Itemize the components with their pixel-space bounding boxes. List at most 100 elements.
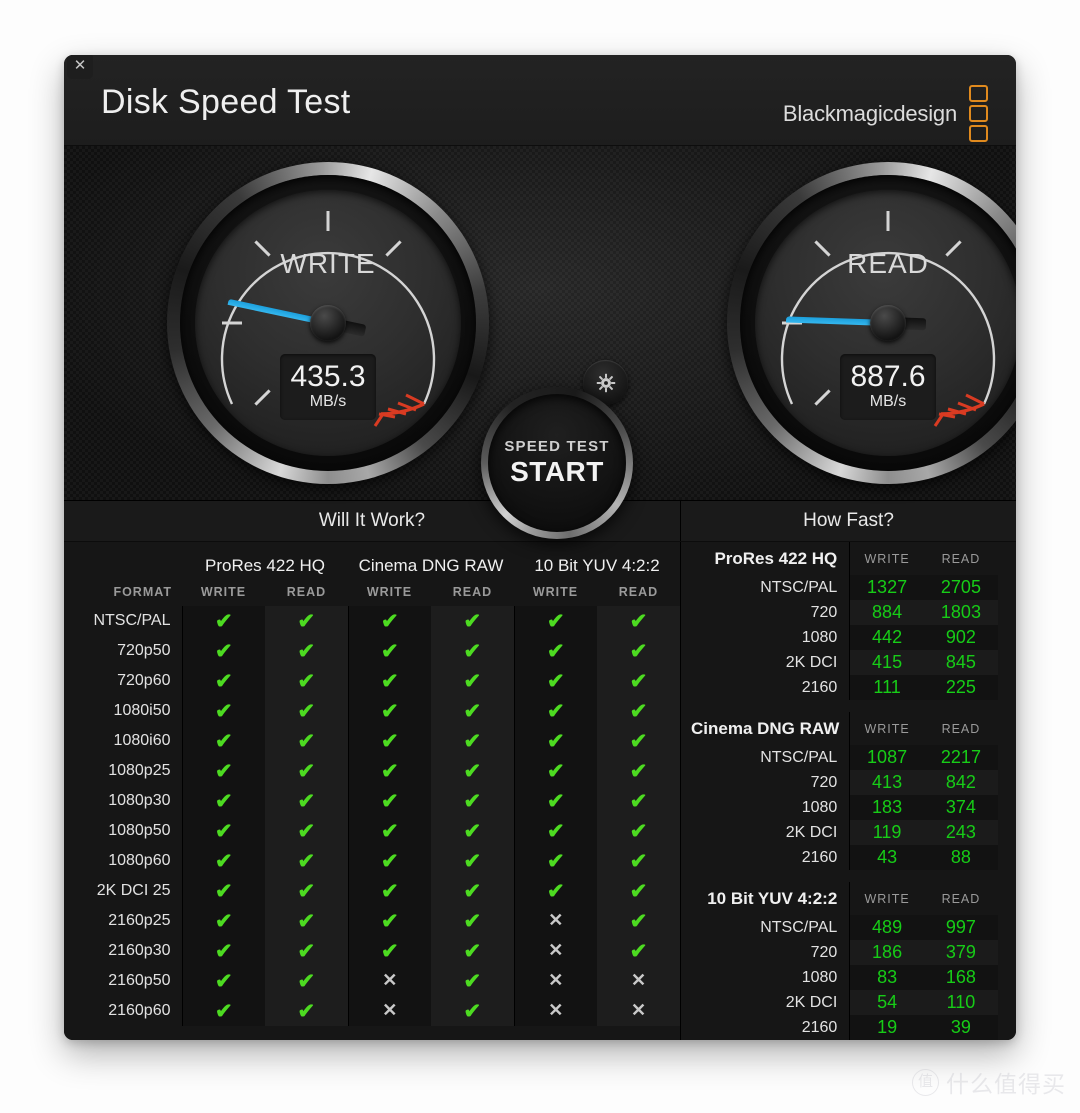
check-icon: ✔ — [214, 759, 233, 783]
check-icon: ✔ — [297, 639, 316, 663]
check-icon: ✔ — [214, 639, 233, 663]
status-check-cell: ✔ — [513, 816, 597, 846]
write-speed-value: 442 — [849, 625, 924, 650]
check-icon: ✔ — [463, 669, 482, 693]
will-it-work-panel: ProRes 422 HQ Cinema DNG RAW 10 Bit YUV … — [64, 542, 681, 1040]
status-check-cell: ✔ — [265, 966, 348, 996]
resolution-label: 2K DCI — [785, 993, 838, 1011]
resolution-label: 2160 — [801, 678, 838, 696]
subheader-write: WRITE — [849, 712, 924, 745]
check-icon: ✔ — [629, 729, 648, 753]
speed-test-start-button[interactable]: SPEED TEST START — [481, 387, 633, 539]
how-fast-group-header: ProRes 422 HQ WRITE READ — [691, 542, 998, 575]
check-icon: ✔ — [214, 789, 233, 813]
group-name: ProRes 422 HQ — [714, 548, 838, 568]
status-check-cell: ✔ — [347, 756, 431, 786]
write-speed-value: 83 — [849, 965, 924, 990]
check-icon: ✔ — [214, 819, 233, 843]
status-check-cell: ✔ — [431, 936, 514, 966]
status-check-cell: ✔ — [181, 786, 265, 816]
status-check-cell: ✔ — [347, 606, 431, 636]
status-check-cell: ✔ — [181, 636, 265, 666]
resolution-label: NTSC/PAL — [760, 918, 838, 936]
check-icon: ✔ — [297, 969, 316, 993]
read-speed-value: 374 — [923, 795, 998, 820]
status-check-cell: ✔ — [347, 906, 431, 936]
format-label: 2160p25 — [108, 912, 171, 929]
check-icon: ✔ — [297, 849, 316, 873]
check-icon: ✔ — [629, 879, 648, 903]
table-row: 720p60 ✔ ✔ ✔ ✔ ✔ ✔ — [64, 666, 680, 696]
status-check-cell: ✔ — [513, 876, 597, 906]
status-check-cell: ✔ — [265, 666, 348, 696]
format-label: 2160p50 — [108, 972, 171, 989]
status-check-cell: ✔ — [347, 846, 431, 876]
close-button[interactable]: ✕ — [67, 55, 93, 79]
check-icon: ✔ — [629, 759, 648, 783]
check-icon: ✔ — [380, 729, 399, 753]
status-cross-cell: ✕ — [597, 966, 680, 996]
check-icon: ✔ — [463, 999, 482, 1023]
format-label: 1080p60 — [108, 852, 171, 869]
resolution-label: 1080 — [801, 968, 838, 986]
resolution-label: 720 — [810, 943, 838, 961]
cross-icon: ✕ — [382, 970, 398, 990]
write-unit: MB/s — [309, 393, 347, 410]
write-speed-value: 119 — [849, 820, 924, 845]
group-name: Cinema DNG RAW — [691, 718, 840, 738]
check-icon: ✔ — [214, 939, 233, 963]
read-value-box: 887.6 MB/s — [840, 353, 936, 420]
write-speed-value: 43 — [849, 845, 924, 870]
cross-icon: ✕ — [548, 970, 564, 990]
check-icon: ✔ — [463, 789, 482, 813]
group-header-prores: ProRes 422 HQ — [205, 556, 325, 575]
check-icon: ✔ — [214, 849, 233, 873]
format-label: 2K DCI 25 — [96, 882, 171, 899]
cross-icon: ✕ — [548, 1000, 564, 1020]
screenshot-root: ✕ Disk Speed Test Blackmagicdesign WRITE… — [0, 0, 1080, 1113]
status-check-cell: ✔ — [181, 726, 265, 756]
status-check-cell: ✔ — [513, 726, 597, 756]
check-icon: ✔ — [629, 639, 648, 663]
format-label: 1080p30 — [108, 792, 171, 809]
check-icon: ✔ — [214, 699, 233, 723]
resolution-label: 2160 — [801, 848, 838, 866]
write-speed-value: 884 — [849, 600, 924, 625]
status-check-cell: ✔ — [431, 696, 514, 726]
check-icon: ✔ — [214, 729, 233, 753]
window-titlebar: ✕ Disk Speed Test Blackmagicdesign — [64, 55, 1016, 146]
status-check-cell: ✔ — [265, 906, 348, 936]
group-header-row: ProRes 422 HQ Cinema DNG RAW 10 Bit YUV … — [64, 542, 680, 578]
check-icon: ✔ — [629, 939, 648, 963]
check-icon: ✔ — [629, 909, 648, 933]
table-row: 720p50 ✔ ✔ ✔ ✔ ✔ ✔ — [64, 636, 680, 666]
format-label: 1080p50 — [108, 822, 171, 839]
write-speed-value: 19 — [849, 1015, 924, 1040]
table-row: 720 186 379 — [691, 940, 998, 965]
subheader-read: READ — [941, 891, 981, 906]
check-icon: ✔ — [546, 819, 565, 843]
check-icon: ✔ — [380, 849, 399, 873]
check-icon: ✔ — [380, 669, 399, 693]
check-icon: ✔ — [297, 819, 316, 843]
table-row: 1080p30 ✔ ✔ ✔ ✔ ✔ ✔ — [64, 786, 680, 816]
table-row: NTSC/PAL 489 997 — [691, 915, 998, 940]
write-gauge-label: WRITE — [280, 248, 376, 279]
check-icon: ✔ — [214, 909, 233, 933]
check-icon: ✔ — [629, 819, 648, 843]
status-cross-cell: ✕ — [513, 936, 597, 966]
format-label: 720p50 — [117, 642, 171, 659]
status-check-cell: ✔ — [347, 666, 431, 696]
table-row: 2K DCI 54 110 — [691, 990, 998, 1015]
check-icon: ✔ — [297, 729, 316, 753]
group-header-yuv: 10 Bit YUV 4:2:2 — [534, 556, 660, 575]
read-speed-value: 2705 — [923, 575, 998, 600]
status-cross-cell: ✕ — [513, 966, 597, 996]
check-icon: ✔ — [463, 969, 482, 993]
status-check-cell: ✔ — [597, 666, 680, 696]
status-check-cell: ✔ — [597, 936, 680, 966]
status-check-cell: ✔ — [597, 906, 680, 936]
table-row: 2160p60 ✔ ✔ ✕ ✔ ✕ ✕ — [64, 996, 680, 1026]
page-title: Disk Speed Test — [101, 83, 351, 121]
status-check-cell: ✔ — [597, 846, 680, 876]
